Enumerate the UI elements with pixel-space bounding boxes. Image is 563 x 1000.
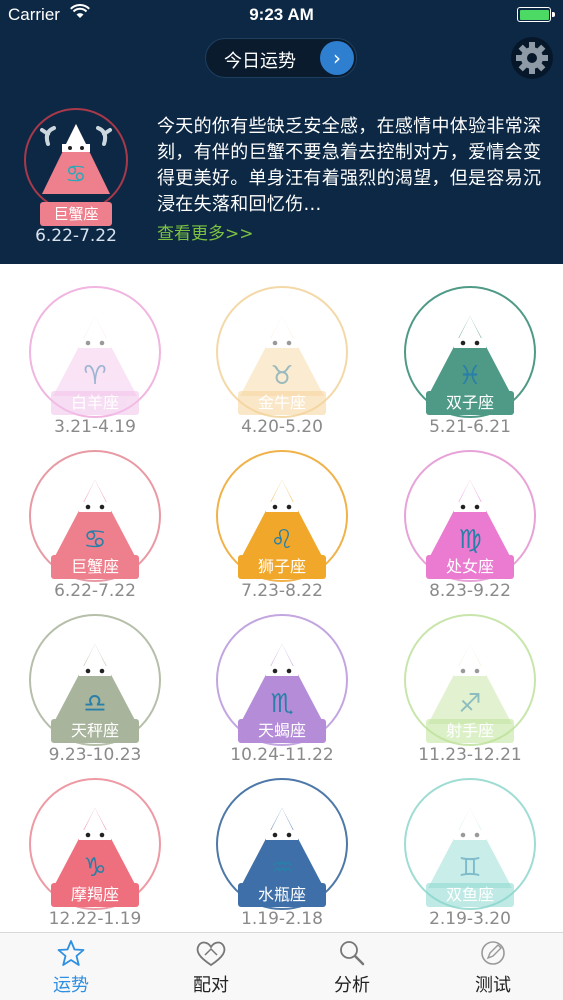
zodiac-cell[interactable]: ♋ 巨蟹座 6.22-7.22 <box>17 438 167 601</box>
zodiac-name: 摩羯座 <box>51 883 139 907</box>
tab-match[interactable]: 配对 <box>141 933 281 1000</box>
svg-text:♋: ♋ <box>65 160 87 188</box>
zodiac-cell[interactable]: ♉ 金牛座 4.20-5.20 <box>204 274 354 437</box>
gear-icon <box>516 42 548 74</box>
zodiac-glyph-icon: ♉ <box>270 361 293 391</box>
zodiac-name: 双子座 <box>426 391 514 415</box>
page-title: 今日运势 <box>224 51 296 72</box>
zodiac-glyph-icon: ♈ <box>83 361 106 391</box>
fortune-text: 今天的你有些缺乏安全感，在感情中体验非常深刻，有伴的巨蟹不要急着去控制对方，爱情… <box>157 116 542 215</box>
tab-analysis[interactable]: 分析 <box>282 933 422 1000</box>
clock: 9:23 AM <box>249 5 314 24</box>
zodiac-cell[interactable]: ♌ 狮子座 7.23-8.22 <box>204 438 354 601</box>
zodiac-name: 双鱼座 <box>426 883 514 907</box>
zodiac-cell[interactable]: ♑ 摩羯座 12.22-1.19 <box>17 766 167 929</box>
today-sign-avatar: ♋ <box>24 108 128 212</box>
zodiac-glyph-icon: ♊ <box>458 853 481 883</box>
zodiac-glyph-icon: ♑ <box>83 853 106 883</box>
tab-test-label: 测试 <box>475 975 511 996</box>
zodiac-date: 5.21-6.21 <box>429 417 511 437</box>
zodiac-date: 1.19-2.18 <box>241 909 323 929</box>
zodiac-date: 11.23-12.21 <box>418 745 522 765</box>
zodiac-name: 处女座 <box>426 555 514 579</box>
zodiac-glyph-icon: ♏ <box>270 689 293 719</box>
zodiac-name: 天秤座 <box>51 719 139 743</box>
status-bar: Carrier 9:23 AM <box>0 0 563 30</box>
zodiac-glyph-icon: ♓ <box>458 361 481 391</box>
today-sign-date: 6.22-7.22 <box>35 226 117 246</box>
cancer-character-icon: ♋ <box>40 124 112 194</box>
zodiac-name: 金牛座 <box>238 391 326 415</box>
zodiac-cell[interactable]: ♍ 处女座 8.23-9.22 <box>392 438 542 601</box>
today-sign-name: 巨蟹座 <box>40 202 112 226</box>
tab-fortune-label: 运势 <box>53 975 89 996</box>
zodiac-cell[interactable]: ♏ 天蝎座 10.24-11.22 <box>204 602 354 765</box>
battery-icon <box>517 7 555 22</box>
header: Carrier 9:23 AM 今日运势 › ♋ 巨蟹座 6.22-7.22 今… <box>0 0 563 264</box>
zodiac-cell[interactable]: ♓ 双子座 5.21-6.21 <box>392 274 542 437</box>
zodiac-glyph-icon: ♎ <box>83 689 106 719</box>
tab-analysis-label: 分析 <box>334 975 370 996</box>
zodiac-cell[interactable]: ♈ 白羊座 3.21-4.19 <box>17 274 167 437</box>
today-sign-badge[interactable]: ♋ 巨蟹座 6.22-7.22 <box>20 108 132 246</box>
zodiac-cell[interactable]: ♒ 水瓶座 1.19-2.18 <box>204 766 354 929</box>
zodiac-cell[interactable]: ♐ 射手座 11.23-12.21 <box>392 602 542 765</box>
chevron-right-icon[interactable]: › <box>320 41 354 75</box>
zodiac-date: 7.23-8.22 <box>241 581 323 601</box>
magnifier-icon <box>340 941 365 966</box>
zodiac-name: 巨蟹座 <box>51 555 139 579</box>
zodiac-date: 6.22-7.22 <box>54 581 136 601</box>
zodiac-name: 狮子座 <box>238 555 326 579</box>
zodiac-glyph-icon: ♌ <box>270 525 293 555</box>
pencil-circle-icon <box>481 941 505 965</box>
zodiac-glyph-icon: ♍ <box>458 525 481 555</box>
zodiac-name: 射手座 <box>426 719 514 743</box>
zodiac-name: 天蝎座 <box>238 719 326 743</box>
zodiac-name: 水瓶座 <box>238 883 326 907</box>
read-more-link[interactable]: 查看更多>> <box>157 219 254 244</box>
zodiac-name: 白羊座 <box>51 391 139 415</box>
settings-button[interactable] <box>511 37 553 79</box>
zodiac-date: 3.21-4.19 <box>54 417 136 437</box>
zodiac-date: 9.23-10.23 <box>48 745 142 765</box>
zodiac-date: 4.20-5.20 <box>241 417 323 437</box>
tab-bar: 运势 配对 分析 测试 <box>0 932 563 1000</box>
zodiac-cell[interactable]: ♊ 双鱼座 2.19-3.20 <box>392 766 542 929</box>
star-icon <box>57 940 85 966</box>
heart-icon <box>196 941 226 967</box>
zodiac-date: 10.24-11.22 <box>230 745 334 765</box>
zodiac-glyph-icon: ♋ <box>83 525 106 555</box>
zodiac-glyph-icon: ♐ <box>458 689 481 719</box>
zodiac-cell[interactable]: ♎ 天秤座 9.23-10.23 <box>17 602 167 765</box>
tab-test[interactable]: 测试 <box>423 933 563 1000</box>
zodiac-glyph-icon: ♒ <box>270 853 293 883</box>
zodiac-date: 2.19-3.20 <box>429 909 511 929</box>
tab-fortune[interactable]: 运势 <box>1 933 141 1000</box>
zodiac-date: 8.23-9.22 <box>429 581 511 601</box>
tab-match-label: 配对 <box>193 975 229 996</box>
zodiac-date: 12.22-1.19 <box>48 909 142 929</box>
title-dropdown[interactable]: 今日运势 › <box>205 38 357 78</box>
